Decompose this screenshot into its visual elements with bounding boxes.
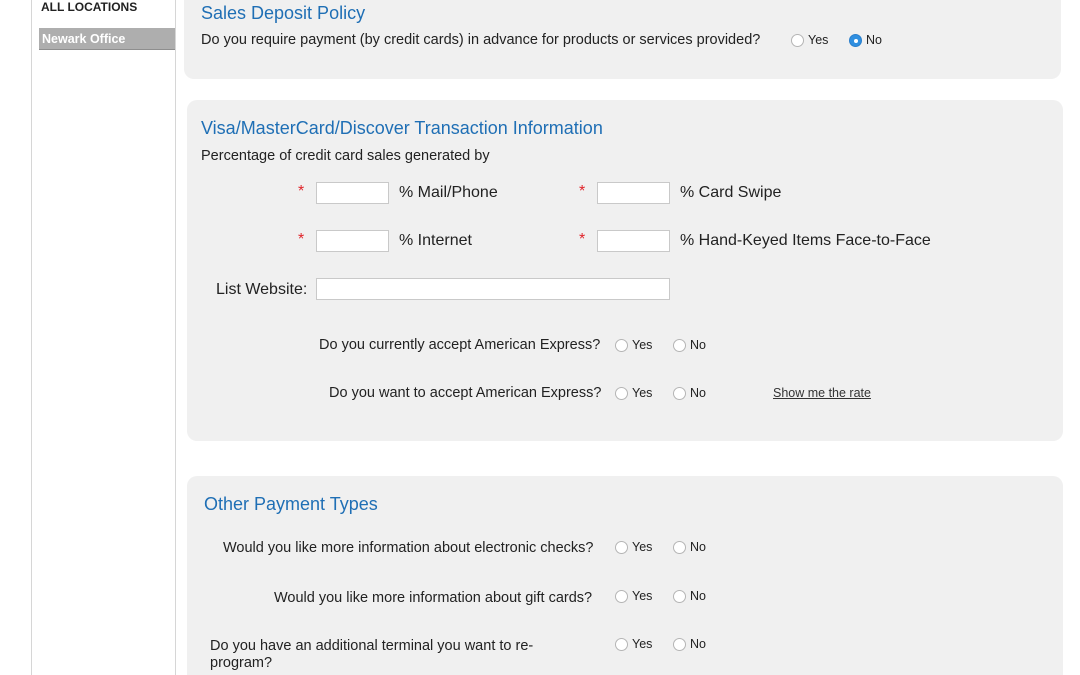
website-input[interactable]: [316, 278, 670, 300]
terminal-yes-radio[interactable]: [615, 638, 628, 651]
visa-subtitle: Percentage of credit card sales generate…: [201, 148, 490, 164]
gift-cards-yes-label: Yes: [632, 589, 653, 603]
amex-current-no-label: No: [690, 338, 706, 352]
gift-cards-no-radio[interactable]: [673, 590, 686, 603]
card-swipe-percent-input[interactable]: [597, 182, 670, 204]
amex-current-no-radio[interactable]: [673, 339, 686, 352]
sidebar-left-border: [31, 0, 32, 675]
amex-want-yes-radio[interactable]: [615, 387, 628, 400]
amex-want-no-radio[interactable]: [673, 387, 686, 400]
terminal-no-label: No: [690, 637, 706, 651]
required-mark: *: [298, 231, 305, 248]
echecks-yes-radio[interactable]: [615, 541, 628, 554]
gift-cards-question: Would you like more information about gi…: [274, 590, 593, 606]
deposit-yes-radio[interactable]: [791, 34, 804, 47]
sales-deposit-title: Sales Deposit Policy: [201, 3, 366, 23]
terminal-no-radio[interactable]: [673, 638, 686, 651]
deposit-question: Do you require payment (by credit cards)…: [201, 32, 761, 48]
amex-current-question: Do you currently accept American Express…: [319, 337, 601, 353]
show-rate-link[interactable]: Show me the rate: [773, 386, 871, 400]
amex-want-no-label: No: [690, 386, 706, 400]
sidebar-right-border: [175, 0, 176, 675]
amex-current-yes-label: Yes: [632, 338, 653, 352]
echecks-yes-label: Yes: [632, 540, 653, 554]
internet-percent-input[interactable]: [316, 230, 389, 252]
amex-want-question: Do you want to accept American Express?: [329, 385, 602, 401]
other-payment-title: Other Payment Types: [204, 494, 378, 514]
deposit-no-label: No: [866, 33, 882, 47]
visa-section-title: Visa/MasterCard/Discover Transaction Inf…: [201, 118, 603, 138]
required-mark: *: [579, 183, 586, 200]
gift-cards-no-label: No: [690, 589, 706, 603]
mail-phone-label: % Mail/Phone: [399, 184, 498, 201]
sidebar-item-newark-office[interactable]: Newark Office: [39, 28, 175, 50]
hand-keyed-percent-input[interactable]: [597, 230, 670, 252]
mail-phone-percent-input[interactable]: [316, 182, 389, 204]
required-mark: *: [298, 183, 305, 200]
echecks-no-label: No: [690, 540, 706, 554]
deposit-no-radio[interactable]: [849, 34, 862, 47]
amex-want-yes-label: Yes: [632, 386, 653, 400]
amex-current-yes-radio[interactable]: [615, 339, 628, 352]
echecks-no-radio[interactable]: [673, 541, 686, 554]
echecks-question: Would you like more information about el…: [223, 540, 594, 556]
hand-keyed-label: % Hand-Keyed Items Face-to-Face: [680, 232, 931, 249]
card-swipe-label: % Card Swipe: [680, 184, 782, 201]
website-label: List Website:: [216, 281, 308, 298]
internet-label: % Internet: [399, 232, 472, 249]
terminal-question: Do you have an additional terminal you w…: [210, 638, 534, 671]
required-mark: *: [579, 231, 586, 248]
all-locations-link[interactable]: ALL LOCATIONS: [41, 0, 137, 14]
gift-cards-yes-radio[interactable]: [615, 590, 628, 603]
terminal-yes-label: Yes: [632, 637, 653, 651]
deposit-yes-label: Yes: [808, 33, 829, 47]
